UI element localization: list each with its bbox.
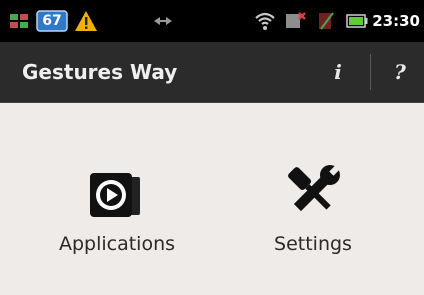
usb-debug-icon xyxy=(8,0,30,42)
applications-tile[interactable]: Applications xyxy=(42,159,192,279)
warning-icon xyxy=(74,0,98,42)
notification-badge-count: 67 xyxy=(42,13,62,29)
applications-label: Applications xyxy=(58,233,176,255)
status-bar: 67 23:30 xyxy=(0,0,424,42)
missing-sim-icon xyxy=(316,0,338,42)
settings-label: Settings xyxy=(274,233,352,255)
signal-icon xyxy=(284,0,308,42)
app-title: Gestures Way xyxy=(22,60,178,84)
sync-arrows-icon xyxy=(152,0,174,42)
settings-icon xyxy=(238,159,388,221)
battery-icon xyxy=(346,0,368,42)
info-button[interactable]: i xyxy=(318,42,358,102)
applications-icon xyxy=(42,159,192,221)
help-button[interactable]: ? xyxy=(380,42,420,102)
badge-icon: 67 xyxy=(36,0,68,42)
settings-tile[interactable]: Settings xyxy=(238,159,388,279)
action-bar: Gestures Way i ? xyxy=(0,42,424,103)
action-divider xyxy=(370,54,371,90)
status-time: 23:30 xyxy=(372,12,420,30)
wifi-icon xyxy=(254,0,276,42)
main-content: Applications Settings xyxy=(0,103,424,295)
